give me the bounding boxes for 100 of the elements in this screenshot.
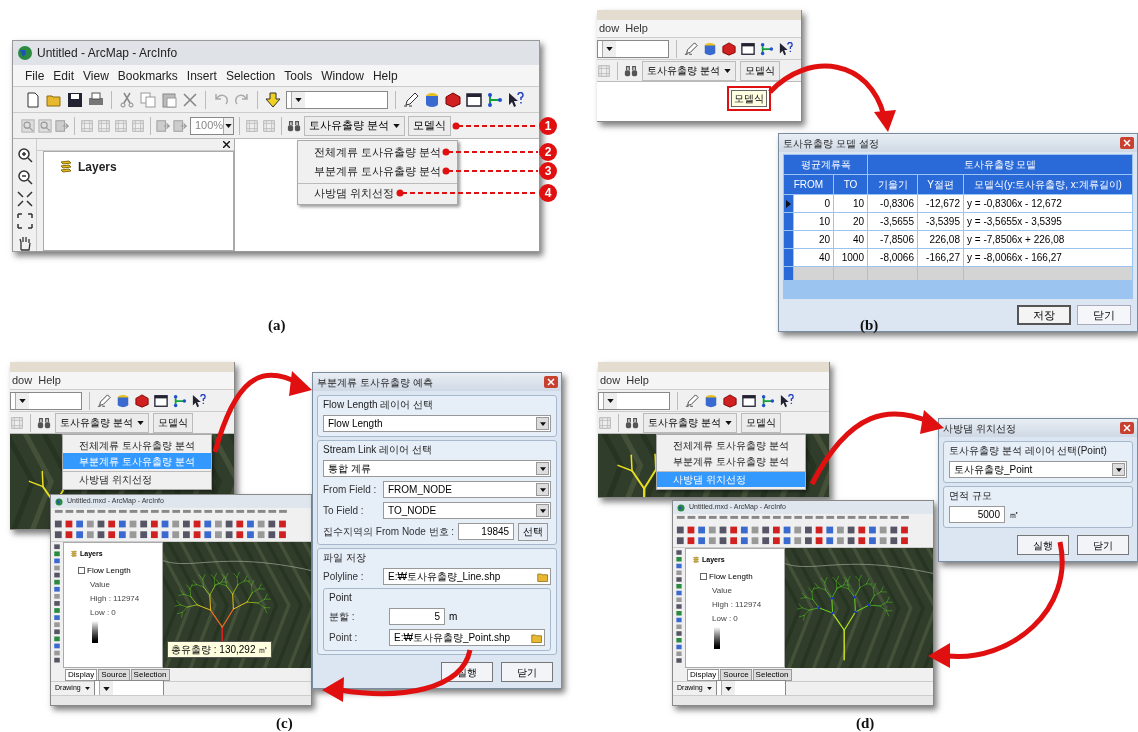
tab[interactable]: Display	[687, 669, 720, 681]
help-cursor-icon[interactable]	[779, 41, 793, 56]
menu-item[interactable]: Help	[626, 372, 649, 389]
page-icon[interactable]	[25, 91, 41, 108]
close-button[interactable]	[1120, 137, 1134, 149]
checkbox[interactable]	[700, 573, 707, 580]
window-icon[interactable]	[466, 91, 482, 108]
dropdown-button[interactable]	[223, 117, 233, 134]
connector-icon[interactable]	[760, 41, 774, 56]
layer-group-label[interactable]: Layers	[78, 158, 117, 176]
caret-icon[interactable]	[102, 686, 110, 691]
binoculars-icon[interactable]	[625, 415, 639, 430]
caret-icon[interactable]	[607, 398, 614, 403]
menu-item[interactable]: View	[83, 66, 109, 85]
caret-icon[interactable]	[724, 420, 732, 425]
close-button[interactable]	[1120, 422, 1134, 434]
menu-item[interactable]: Insert	[186, 66, 217, 85]
caret-icon[interactable]	[539, 508, 546, 513]
layers-icon[interactable]	[70, 550, 78, 559]
dialog-button[interactable]: 닫기	[1077, 535, 1129, 555]
caret-icon[interactable]	[539, 466, 546, 471]
dropdown-button[interactable]	[15, 392, 29, 409]
help-cursor-icon[interactable]	[508, 91, 524, 108]
connector-icon[interactable]	[487, 91, 503, 108]
menu-item[interactable]: File	[25, 66, 45, 85]
caret-icon[interactable]	[19, 398, 26, 403]
menu-item[interactable]: Tools	[284, 66, 313, 85]
caret-icon[interactable]	[724, 686, 732, 691]
binoculars-icon[interactable]	[287, 118, 301, 133]
dropdown-button[interactable]	[536, 417, 549, 430]
dropdown-button[interactable]	[720, 680, 735, 697]
toolbar-drawing[interactable]	[51, 508, 311, 542]
model-button[interactable]: 모델식	[739, 60, 780, 81]
menu-item[interactable]: dow	[600, 372, 621, 389]
dialog-button[interactable]: 닫기	[501, 662, 553, 682]
path-field[interactable]: E:₩토사유출량_Point.shp	[389, 629, 545, 646]
dropdown-field[interactable]: Flow Length	[323, 415, 551, 432]
connector-icon[interactable]	[761, 393, 775, 408]
caret-icon[interactable]	[225, 123, 233, 128]
input-field[interactable]: 19845	[458, 523, 515, 540]
binoculars-icon[interactable]	[624, 63, 638, 78]
dropdown-button[interactable]	[536, 483, 549, 496]
tab[interactable]: Selection	[130, 669, 170, 681]
toolbar-drawing[interactable]	[673, 514, 933, 548]
clipboard-icon[interactable]	[161, 91, 177, 108]
menu-item[interactable]: 부분계류 토사유출량 분석	[657, 453, 805, 469]
arrows-outward-icon[interactable]	[16, 213, 33, 229]
cube-icon[interactable]	[723, 393, 737, 408]
binoculars-icon[interactable]	[37, 415, 51, 430]
menu-item[interactable]: 전체계류 토사유출량 분석	[63, 437, 211, 453]
dropdown-field[interactable]: TO_NODE	[383, 502, 551, 519]
layer-label[interactable]: Flow Length	[709, 570, 753, 583]
caret-icon[interactable]	[706, 687, 712, 690]
menu-item[interactable]: 사방댐 위치선정	[63, 471, 211, 487]
folder-icon[interactable]	[537, 570, 549, 583]
cylinder-icon[interactable]	[704, 393, 718, 408]
connector-icon[interactable]	[173, 393, 187, 408]
dropdown-button[interactable]	[291, 91, 305, 108]
tab[interactable]: Source	[720, 669, 752, 681]
menu-item[interactable]: Bookmarks	[117, 66, 178, 85]
menu-item[interactable]: 전체계류 토사유출량 분석	[298, 143, 458, 162]
menu-item[interactable]: dow	[599, 20, 620, 37]
tab[interactable]: Source	[98, 669, 130, 681]
delete-icon[interactable]	[182, 91, 198, 108]
caret-icon[interactable]	[539, 421, 546, 426]
window-icon[interactable]	[742, 393, 756, 408]
model-button[interactable]: 모델식	[152, 412, 193, 433]
close-icon[interactable]	[223, 141, 230, 148]
window-icon[interactable]	[154, 393, 168, 408]
analysis-menu-button[interactable]: 토사유출량 분석	[55, 412, 149, 433]
path-field[interactable]: E:₩토사유출량_Line.shp	[383, 568, 551, 585]
tab[interactable]: Selection	[752, 669, 792, 681]
help-cursor-icon[interactable]	[780, 393, 794, 408]
dropdown-field[interactable]: 토사유출량_Point	[949, 461, 1127, 478]
model-button[interactable]: 모델식	[408, 115, 452, 136]
cylinder-icon[interactable]	[703, 41, 717, 56]
pencil-icon[interactable]	[403, 91, 419, 108]
menu-item[interactable]: Help	[38, 372, 61, 389]
down-arrow-icon[interactable]	[265, 91, 281, 108]
dialog-button[interactable]: 실행	[1017, 535, 1069, 555]
menu-item[interactable]: Help	[625, 20, 648, 37]
combo-box[interactable]: 100%	[190, 116, 234, 135]
dropdown-button[interactable]	[1112, 463, 1125, 476]
caret-icon[interactable]	[606, 46, 613, 51]
caret-icon[interactable]	[723, 68, 731, 73]
dropdown-button[interactable]	[98, 680, 113, 697]
dropdown-button[interactable]	[603, 392, 617, 409]
analysis-menu-button[interactable]: 토사유출량 분석	[643, 412, 737, 433]
model-button[interactable]: 모델식	[740, 412, 781, 433]
caret-icon[interactable]	[136, 420, 144, 425]
cube-icon[interactable]	[722, 41, 736, 56]
menu-item[interactable]: Help	[372, 66, 398, 85]
analysis-menu-button[interactable]: 토사유출량 분석	[304, 115, 406, 136]
dialog-button[interactable]: 닫기	[1077, 305, 1131, 325]
caret-icon[interactable]	[539, 487, 546, 492]
zoom-in-icon[interactable]	[16, 147, 33, 163]
dropdown-field[interactable]: FROM_NODE	[383, 481, 551, 498]
layers-icon[interactable]	[692, 556, 700, 565]
cube-icon[interactable]	[445, 91, 461, 108]
dropdown-button[interactable]	[536, 462, 549, 475]
